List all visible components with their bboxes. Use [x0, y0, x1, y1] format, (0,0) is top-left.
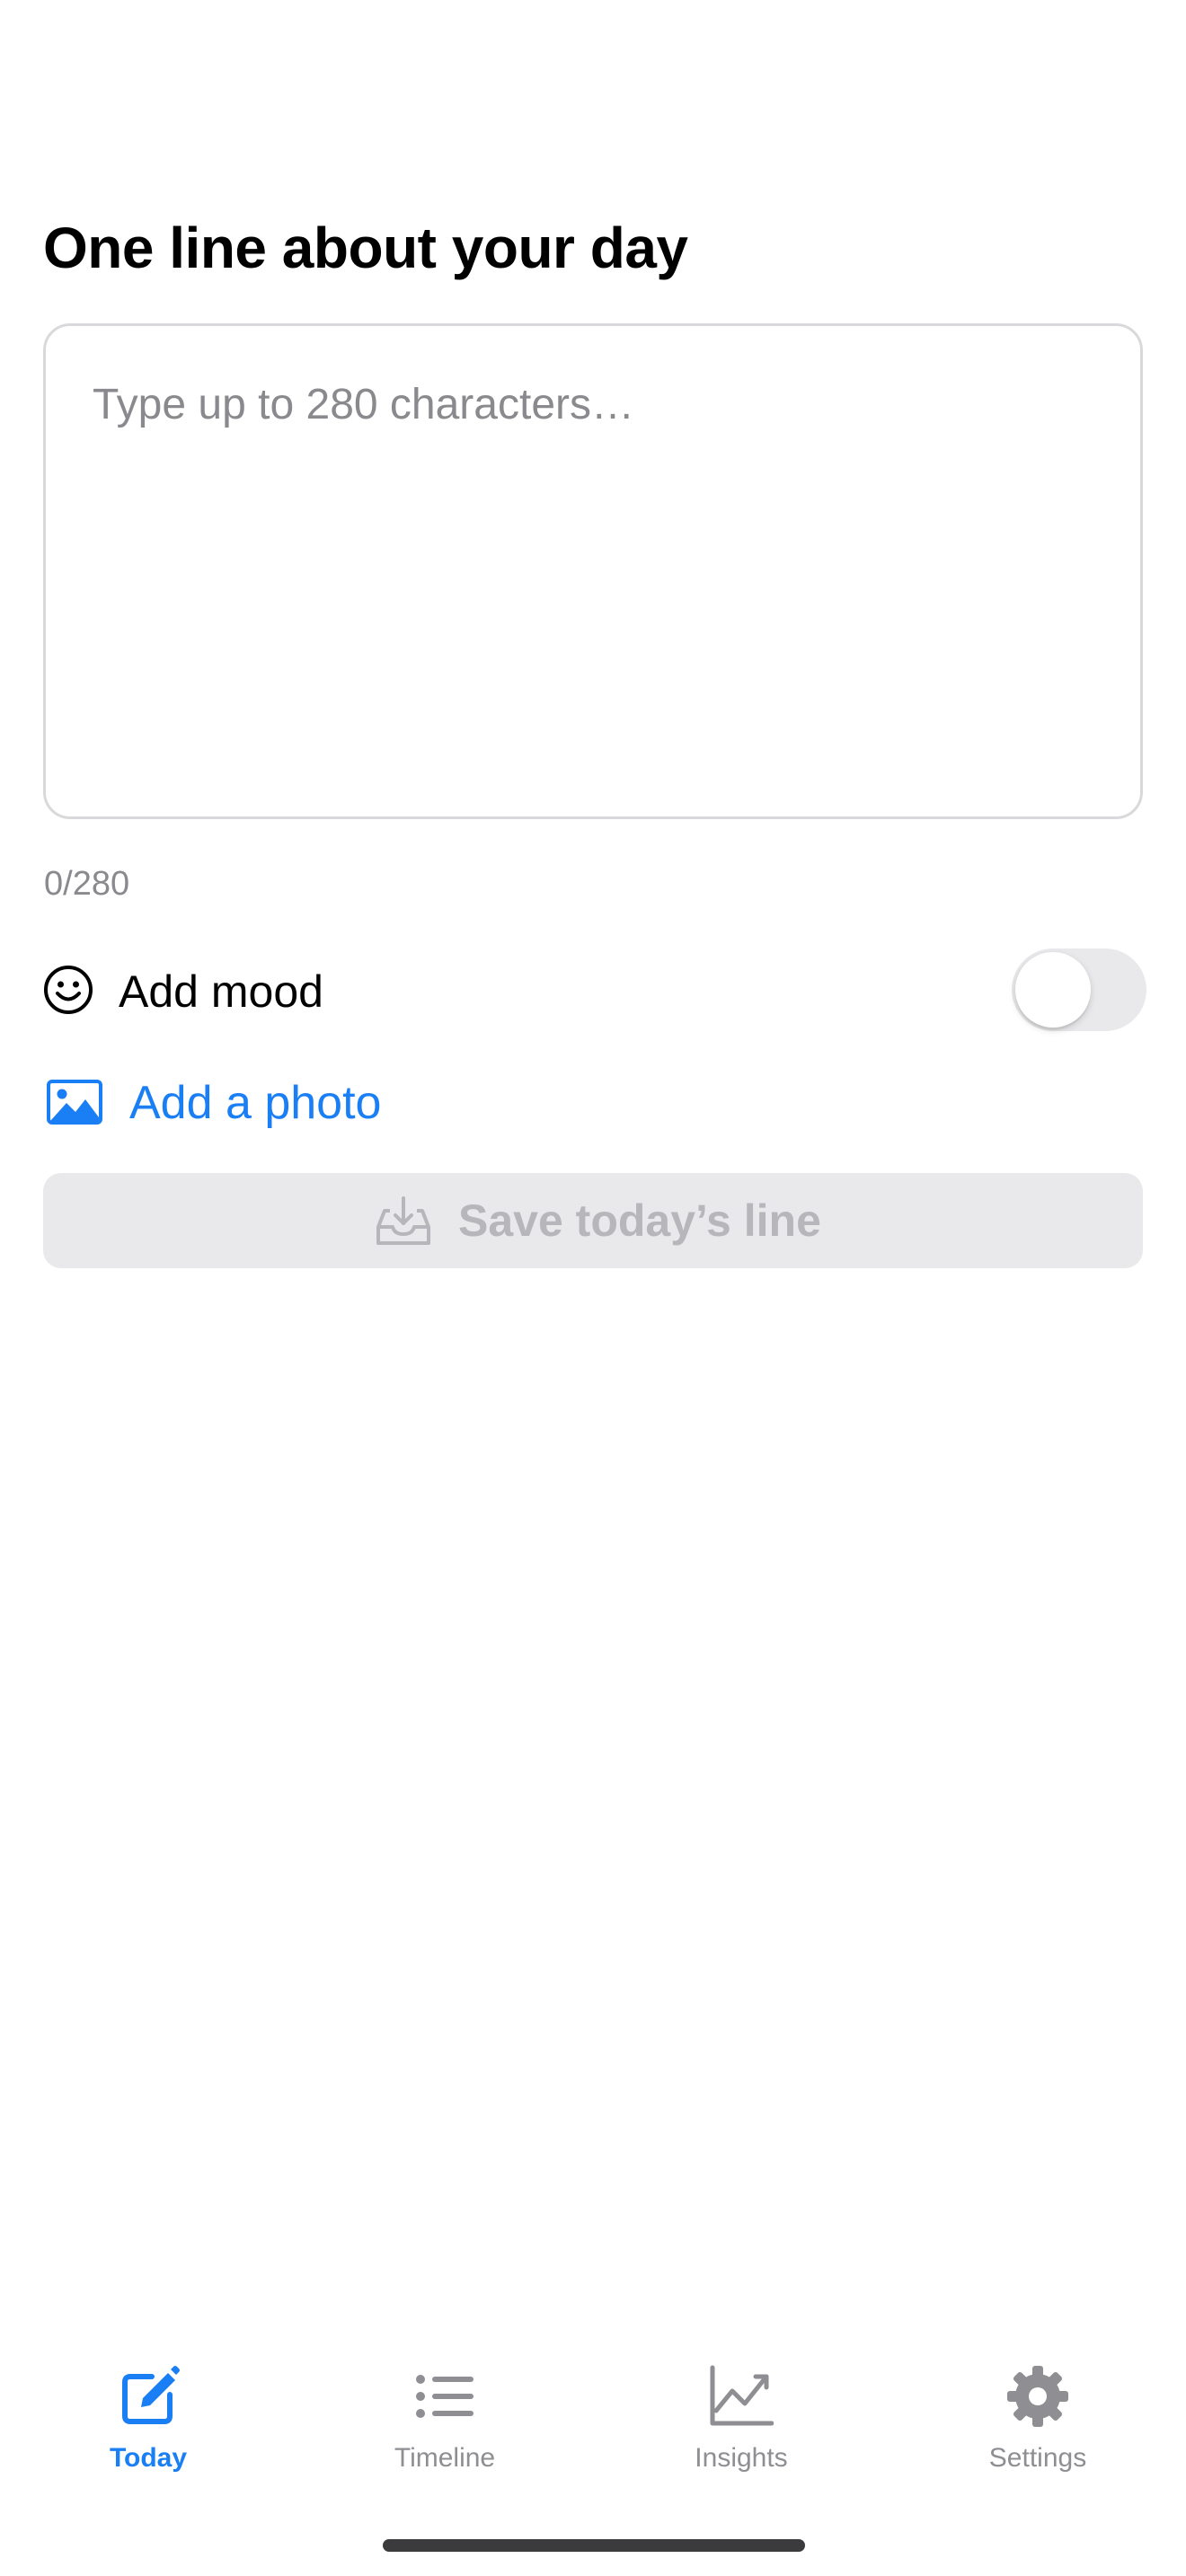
page-title: One line about your day [43, 216, 688, 280]
save-todays-line-button[interactable]: Save today’s line [43, 1173, 1143, 1268]
tab-label-today: Today [109, 2443, 188, 2473]
tab-timeline[interactable]: Timeline [296, 2344, 593, 2497]
tab-insights[interactable]: Insights [593, 2344, 890, 2497]
chart-line-icon [710, 2365, 774, 2426]
entry-text-input[interactable] [93, 378, 1090, 773]
tab-label-timeline: Timeline [394, 2443, 496, 2473]
mood-toggle[interactable] [1012, 948, 1146, 1031]
home-indicator[interactable] [383, 2539, 805, 2552]
photo-icon [47, 1080, 102, 1125]
mood-row: Add mood [43, 945, 1150, 1035]
entry-box[interactable] [43, 323, 1143, 819]
compose-icon [122, 2366, 180, 2424]
list-icon [416, 2375, 474, 2418]
character-counter: 0/280 [44, 865, 130, 903]
toggle-knob [1015, 952, 1091, 1028]
add-photo-label: Add a photo [129, 1077, 382, 1129]
smiley-face-icon [44, 966, 93, 1014]
tab-label-settings: Settings [988, 2443, 1087, 2473]
tab-today[interactable]: Today [0, 2344, 296, 2497]
gear-icon [1007, 2366, 1068, 2427]
tab-settings[interactable]: Settings [890, 2344, 1186, 2497]
add-mood-label: Add mood [119, 966, 323, 1017]
save-button-label: Save today’s line [458, 1195, 821, 1246]
tray-download-icon [376, 1196, 430, 1245]
tab-label-insights: Insights [695, 2443, 788, 2473]
